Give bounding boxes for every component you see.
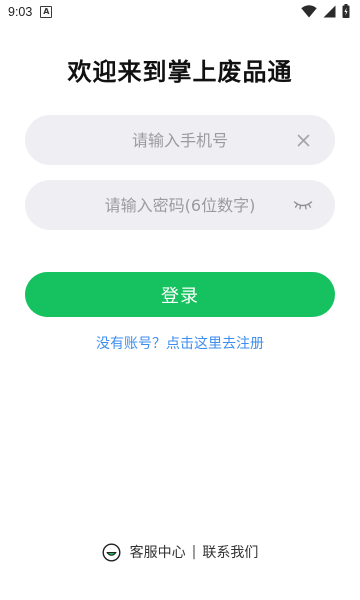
close-icon[interactable]: [293, 130, 313, 150]
register-link[interactable]: 没有账号？点击这里去注册: [0, 333, 360, 353]
wifi-icon: [301, 3, 317, 22]
footer: 客服中心 | 联系我们: [0, 541, 360, 563]
customer-service-icon: [102, 542, 122, 562]
password-input[interactable]: [65, 180, 295, 230]
contact-us-link[interactable]: 联系我们: [202, 542, 258, 562]
phone-input[interactable]: [65, 115, 295, 165]
status-bar: 9:03 A: [0, 0, 360, 24]
status-time: 9:03: [8, 5, 33, 19]
phone-field[interactable]: [25, 115, 335, 165]
status-right: [301, 3, 350, 22]
cellular-signal-icon: [323, 3, 336, 22]
footer-divider: |: [191, 544, 197, 560]
eye-closed-icon[interactable]: [293, 195, 313, 215]
customer-service-link[interactable]: 客服中心: [130, 542, 186, 562]
status-left: 9:03 A: [8, 5, 53, 19]
battery-icon: [342, 3, 350, 22]
a-letter-icon: A: [40, 6, 53, 18]
login-screen: 9:03 A 欢迎来到掌上废品通 请输入手机号 登录 没有账号？点击这里去注册 …: [0, 0, 360, 600]
password-field[interactable]: [25, 180, 335, 230]
page-title: 欢迎来到掌上废品通: [67, 58, 293, 86]
login-button[interactable]: 登录: [25, 272, 335, 317]
